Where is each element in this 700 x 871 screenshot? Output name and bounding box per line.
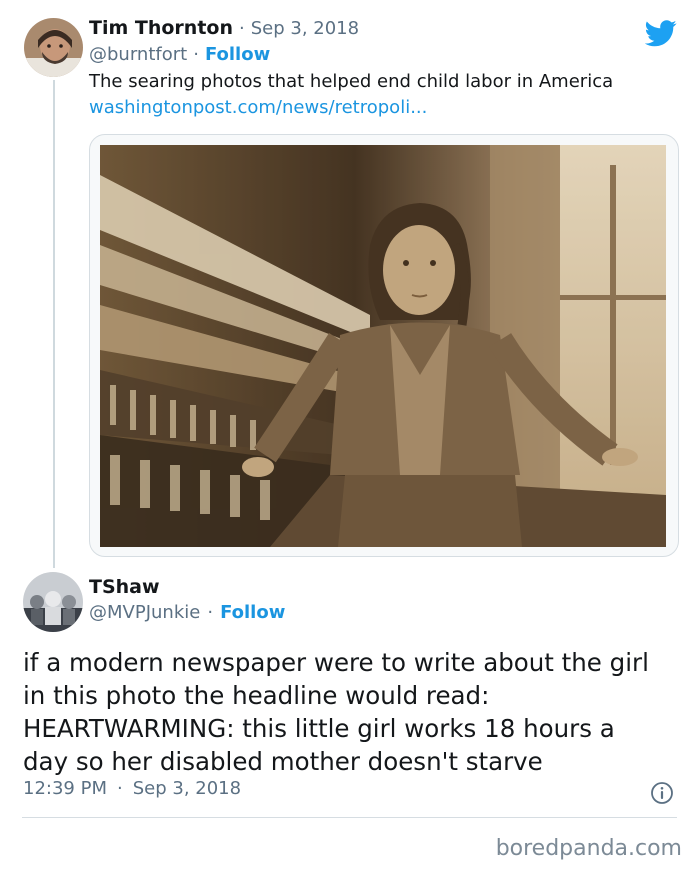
tweet1-link[interactable]: washingtonpost.com/news/retropoli... [89, 97, 427, 118]
thread-connector-line [53, 80, 55, 568]
tweet2-text-line: in this photo the headline would read: [23, 681, 490, 710]
tweet2-handle-separator: · [207, 602, 214, 623]
tweet2-time-separator: · [116, 778, 123, 799]
tweet1-separator: · [238, 18, 245, 39]
tweet-divider [22, 817, 677, 818]
tweet1-header: Tim Thornton · Sep 3, 2018 [89, 17, 359, 43]
sepia-photo-image [100, 145, 666, 547]
tweet2-subheader: @MVPJunkie · Follow [89, 602, 285, 628]
tweet2-author-name[interactable]: TShaw [89, 576, 160, 598]
tweet1-author-name[interactable]: Tim Thornton [89, 17, 233, 39]
tweet1-date[interactable]: Sep 3, 2018 [251, 18, 359, 39]
twitter-bird-icon[interactable] [645, 20, 677, 47]
tweet2-text: if a modern newspaper were to write abou… [23, 646, 683, 778]
tweet2-text-line: HEARTWARMING: this little girl works 18 … [23, 714, 615, 743]
avatar-tim-thornton[interactable] [24, 18, 83, 77]
avatar-tshaw[interactable] [23, 572, 83, 632]
tweet1-text: The searing photos that helped end child… [89, 71, 614, 92]
avatar-tshaw-image [23, 572, 83, 632]
tweet2-follow-button[interactable]: Follow [220, 602, 285, 623]
tweet2-timestamp: 12:39 PM · Sep 3, 2018 [23, 778, 241, 804]
tweet2-time[interactable]: 12:39 PM [23, 778, 107, 799]
tweet2-text-line: day so her disabled mother doesn't starv… [23, 747, 543, 776]
tweet1-photo[interactable] [89, 134, 679, 557]
tweet2-date[interactable]: Sep 3, 2018 [133, 778, 241, 799]
tweet2-text-line: if a modern newspaper were to write abou… [23, 648, 649, 677]
boredpanda-watermark: boredpanda.com [495, 836, 682, 861]
tweet2-handle[interactable]: @MVPJunkie [89, 602, 200, 623]
tweet1-subheader: @burntfort · Follow [89, 44, 270, 70]
tweet1-handle[interactable]: @burntfort [89, 44, 187, 65]
avatar-tim-image [24, 18, 83, 77]
tweet1-handle-separator: · [193, 44, 199, 65]
info-icon[interactable] [650, 781, 674, 805]
tweet1-follow-button[interactable]: Follow [205, 44, 270, 65]
